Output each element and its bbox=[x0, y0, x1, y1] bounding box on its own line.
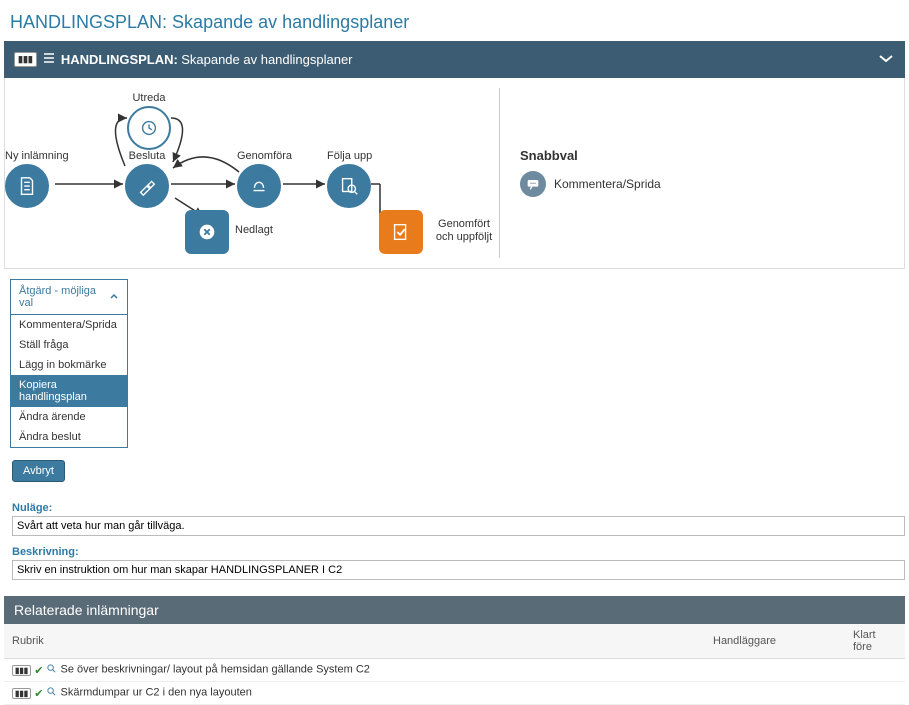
chevron-up-icon bbox=[109, 291, 119, 304]
col-rubrik[interactable]: Rubrik bbox=[4, 624, 705, 659]
quick-select-title: Snabbval bbox=[520, 148, 904, 163]
nulage-input[interactable] bbox=[12, 516, 905, 536]
check-icon: ✔ bbox=[34, 687, 43, 700]
workflow-label: Besluta bbox=[125, 150, 169, 162]
quick-item-label: Kommentera/Sprida bbox=[554, 177, 661, 191]
cancel-icon bbox=[185, 210, 229, 254]
page-title: HANDLINGSPLAN: Skapande av handlingsplan… bbox=[0, 0, 909, 41]
document-icon bbox=[5, 164, 49, 208]
cell-handlaggare bbox=[705, 659, 845, 682]
page-title-rest: Skapande av handlingsplaner bbox=[167, 12, 409, 32]
cell-rubrik: Se över beskrivningar/ layout på hemsida… bbox=[61, 664, 370, 676]
workflow-node-genomfort[interactable]: Genomfört och uppföljt bbox=[379, 210, 423, 254]
panel-title-prefix: HANDLINGSPLAN: bbox=[61, 52, 178, 67]
panel-type-badge: ▮▮▮ bbox=[14, 52, 37, 67]
action-item-kopiera[interactable]: Kopiera handlingsplan bbox=[11, 375, 127, 407]
workflow-node-utreda[interactable]: Utreda bbox=[127, 92, 171, 150]
workflow-node-genomfora[interactable]: Genomföra bbox=[237, 150, 292, 208]
check-document-icon bbox=[379, 210, 423, 254]
workflow-label: Genomföra bbox=[237, 150, 292, 162]
type-badge-icon: ▮▮▮ bbox=[12, 665, 31, 676]
workflow-diagram: Ny inlämning Utreda Besluta Genomföra Fö bbox=[5, 88, 500, 258]
comment-icon bbox=[520, 171, 546, 197]
workflow-label: Genomfört och uppföljt bbox=[429, 218, 499, 244]
action-item-bokmarke[interactable]: Lägg in bokmärke bbox=[11, 355, 127, 375]
collapse-icon[interactable] bbox=[877, 49, 895, 70]
workflow-node-ny-inlamning[interactable]: Ny inlämning bbox=[5, 150, 69, 208]
workflow-label: Utreda bbox=[127, 92, 171, 104]
col-klart[interactable]: Klart före bbox=[845, 624, 905, 659]
action-dropdown-header[interactable]: Åtgärd - möjliga val bbox=[11, 280, 127, 315]
beskrivning-label: Beskrivning: bbox=[4, 542, 905, 558]
nulage-label: Nuläge: bbox=[4, 498, 905, 514]
beskrivning-input[interactable] bbox=[12, 560, 905, 580]
workflow-node-nedlagt[interactable]: Nedlagt bbox=[185, 210, 229, 254]
workflow-area: Ny inlämning Utreda Besluta Genomföra Fö bbox=[4, 78, 905, 269]
search-icon[interactable] bbox=[46, 663, 57, 677]
action-item-andra-beslut[interactable]: Ändra beslut bbox=[11, 427, 127, 447]
table-row[interactable]: ▮▮▮ ✔ Skärmdumpar ur C2 i den nya layout… bbox=[4, 682, 905, 705]
quick-item-kommentera[interactable]: Kommentera/Sprida bbox=[520, 171, 904, 197]
workflow-label: Ny inlämning bbox=[5, 150, 69, 162]
action-item-andra-arende[interactable]: Ändra ärende bbox=[11, 407, 127, 427]
panel-title-rest: Skapande av handlingsplaner bbox=[181, 52, 352, 67]
related-table: Rubrik Handläggare Klart före ▮▮▮ ✔ Se ö… bbox=[4, 624, 905, 705]
page-title-prefix: HANDLINGSPLAN: bbox=[10, 12, 167, 32]
cell-handlaggare bbox=[705, 682, 845, 705]
workflow-label: Nedlagt bbox=[235, 224, 273, 236]
magnify-document-icon bbox=[327, 164, 371, 208]
type-badge-icon: ▮▮▮ bbox=[12, 688, 31, 699]
search-icon[interactable] bbox=[46, 686, 57, 700]
cell-klart bbox=[845, 682, 905, 705]
gavel-icon bbox=[125, 164, 169, 208]
check-icon: ✔ bbox=[34, 664, 43, 677]
action-item-stall-fraga[interactable]: Ställ fråga bbox=[11, 335, 127, 355]
cancel-button[interactable]: Avbryt bbox=[12, 460, 65, 482]
cell-rubrik: Skärmdumpar ur C2 i den nya layouten bbox=[61, 687, 252, 699]
hamburger-icon[interactable] bbox=[43, 52, 55, 67]
workflow-label: Följa upp bbox=[327, 150, 372, 162]
hands-icon bbox=[237, 164, 281, 208]
investigate-icon bbox=[127, 106, 171, 150]
table-row[interactable]: ▮▮▮ ✔ Se över beskrivningar/ layout på h… bbox=[4, 659, 905, 682]
workflow-node-folja-upp[interactable]: Följa upp bbox=[327, 150, 372, 208]
action-dropdown: Åtgärd - möjliga val Kommentera/Sprida S… bbox=[10, 279, 128, 448]
cell-klart bbox=[845, 659, 905, 682]
action-header-label: Åtgärd - möjliga val bbox=[19, 285, 109, 309]
related-header: Relaterade inlämningar bbox=[4, 596, 905, 624]
action-item-kommentera[interactable]: Kommentera/Sprida bbox=[11, 315, 127, 335]
workflow-node-besluta[interactable]: Besluta bbox=[125, 150, 169, 208]
col-handlaggare[interactable]: Handläggare bbox=[705, 624, 845, 659]
panel-header: ▮▮▮ HANDLINGSPLAN: Skapande av handlings… bbox=[4, 41, 905, 78]
